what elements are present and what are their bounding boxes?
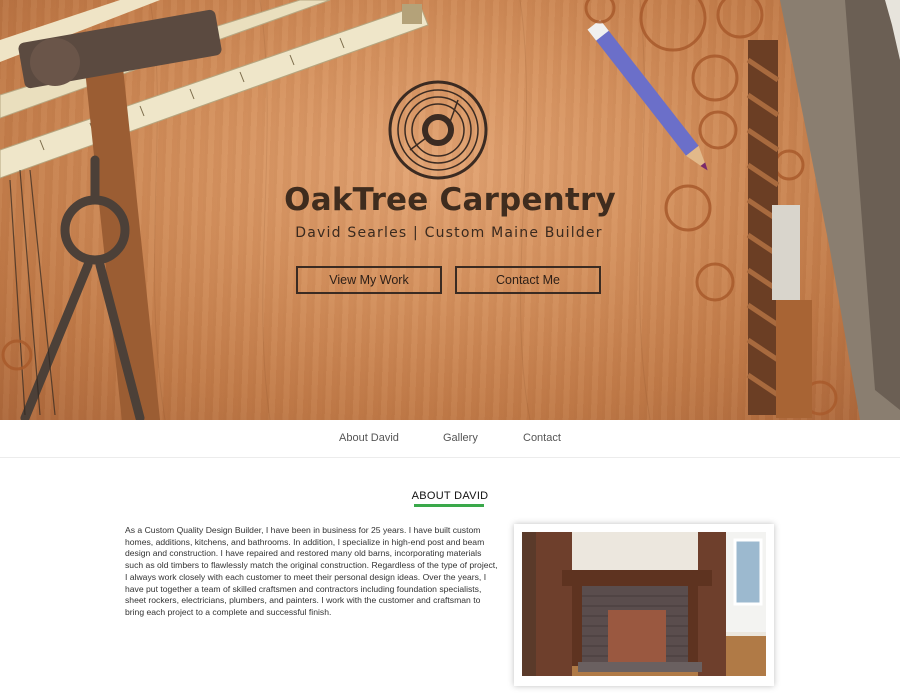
section-title: ABOUT DAVID [411, 490, 489, 502]
about-paragraph: As a Custom Quality Design Builder, I ha… [125, 525, 498, 617]
nav-item-gallery[interactable]: Gallery [443, 432, 478, 444]
view-my-work-button[interactable]: View My Work [296, 266, 442, 294]
brand-name: OakTree Carpentry [284, 182, 616, 218]
tree-ring-logo-icon [388, 80, 488, 180]
fireplace-photo [522, 532, 766, 676]
main-nav: About David Gallery Contact [0, 420, 900, 458]
title-underline [414, 504, 484, 507]
contact-me-button[interactable]: Contact Me [455, 266, 601, 294]
nav-item-about-david[interactable]: About David [339, 432, 399, 444]
hero-banner: OakTree Carpentry David Searles | Custom… [0, 0, 900, 420]
fireplace-photo-frame [514, 524, 774, 686]
brand-tagline: David Searles | Custom Maine Builder [295, 225, 603, 241]
nav-item-contact[interactable]: Contact [523, 432, 561, 444]
